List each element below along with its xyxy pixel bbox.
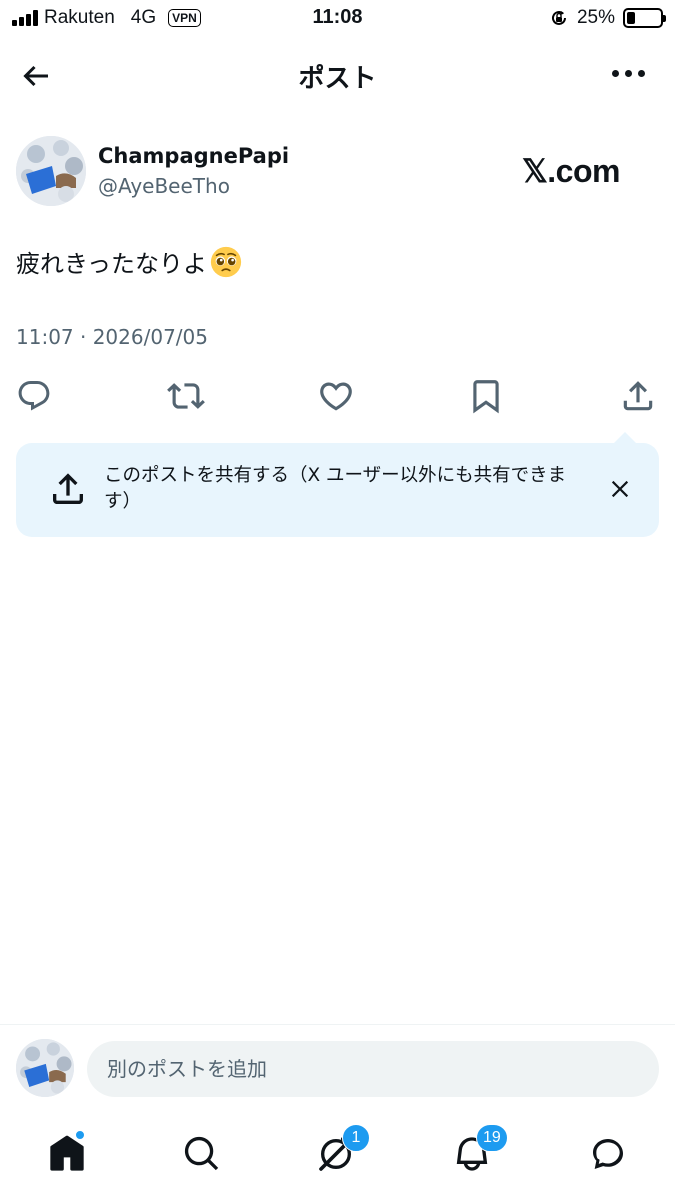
top-navigation: ポスト [0,44,675,106]
add-post-input[interactable] [87,1041,659,1097]
search-icon [184,1136,219,1171]
tab-search[interactable] [180,1132,224,1176]
share-tip-banner[interactable]: このポストを共有する（X ユーザー以外にも共有できます） [16,432,659,537]
avatar[interactable] [16,136,86,206]
messages-icon [593,1139,623,1169]
author-handle[interactable]: @AyeBeeTho [98,174,230,198]
tab-messages[interactable] [586,1132,630,1176]
close-icon [611,480,629,498]
battery-fill [627,12,635,24]
reply-icon [18,381,50,411]
reply-button[interactable] [14,376,54,416]
post-timestamp[interactable]: 11:07 · 2026/07/05 [16,325,208,349]
close-button[interactable] [607,476,633,502]
heart-icon [320,382,352,411]
share-icon [53,473,83,504]
notifications-badge: 19 [476,1124,508,1152]
avatar-image [16,136,86,206]
repost-icon [167,383,205,409]
avatar-image [16,1039,74,1097]
rotation-lock-icon [551,10,566,25]
more-button[interactable] [612,70,645,77]
status-bar: Rakuten 4G VPN 11:08 25% [0,0,675,38]
share-icon [623,381,653,411]
grok-badge: 1 [342,1124,370,1152]
tab-grok[interactable]: 1 [314,1124,370,1176]
tab-home[interactable] [45,1130,89,1176]
bottom-tab-bar: 1 19 [0,1112,675,1200]
status-right: 25% [549,7,666,29]
author-display-name[interactable]: ChampagnePapi [98,144,289,168]
pleading-face-emoji-icon [210,246,242,277]
share-tip-text: このポストを共有する（X ユーザー以外にも共有できます） [104,465,567,512]
page-title: ポスト [298,64,377,94]
avatar[interactable] [16,1039,74,1097]
repost-button[interactable] [166,376,206,416]
xcom-watermark: 𝕏.com [522,153,620,189]
share-button[interactable] [618,376,658,416]
bookmark-icon [473,380,499,414]
bookmark-button[interactable] [466,376,506,416]
home-icon [50,1135,84,1171]
post-text: 疲れきったなりよ [16,244,243,279]
battery-percent: 25% [576,7,615,28]
like-button[interactable] [316,376,356,416]
home-unread-dot [75,1130,85,1140]
more-icon [612,70,619,77]
reply-compose-bar [0,1024,675,1112]
tab-notifications[interactable]: 19 [450,1124,508,1176]
battery-icon [623,8,666,28]
post-text-content: 疲れきったなりよ [16,250,208,278]
